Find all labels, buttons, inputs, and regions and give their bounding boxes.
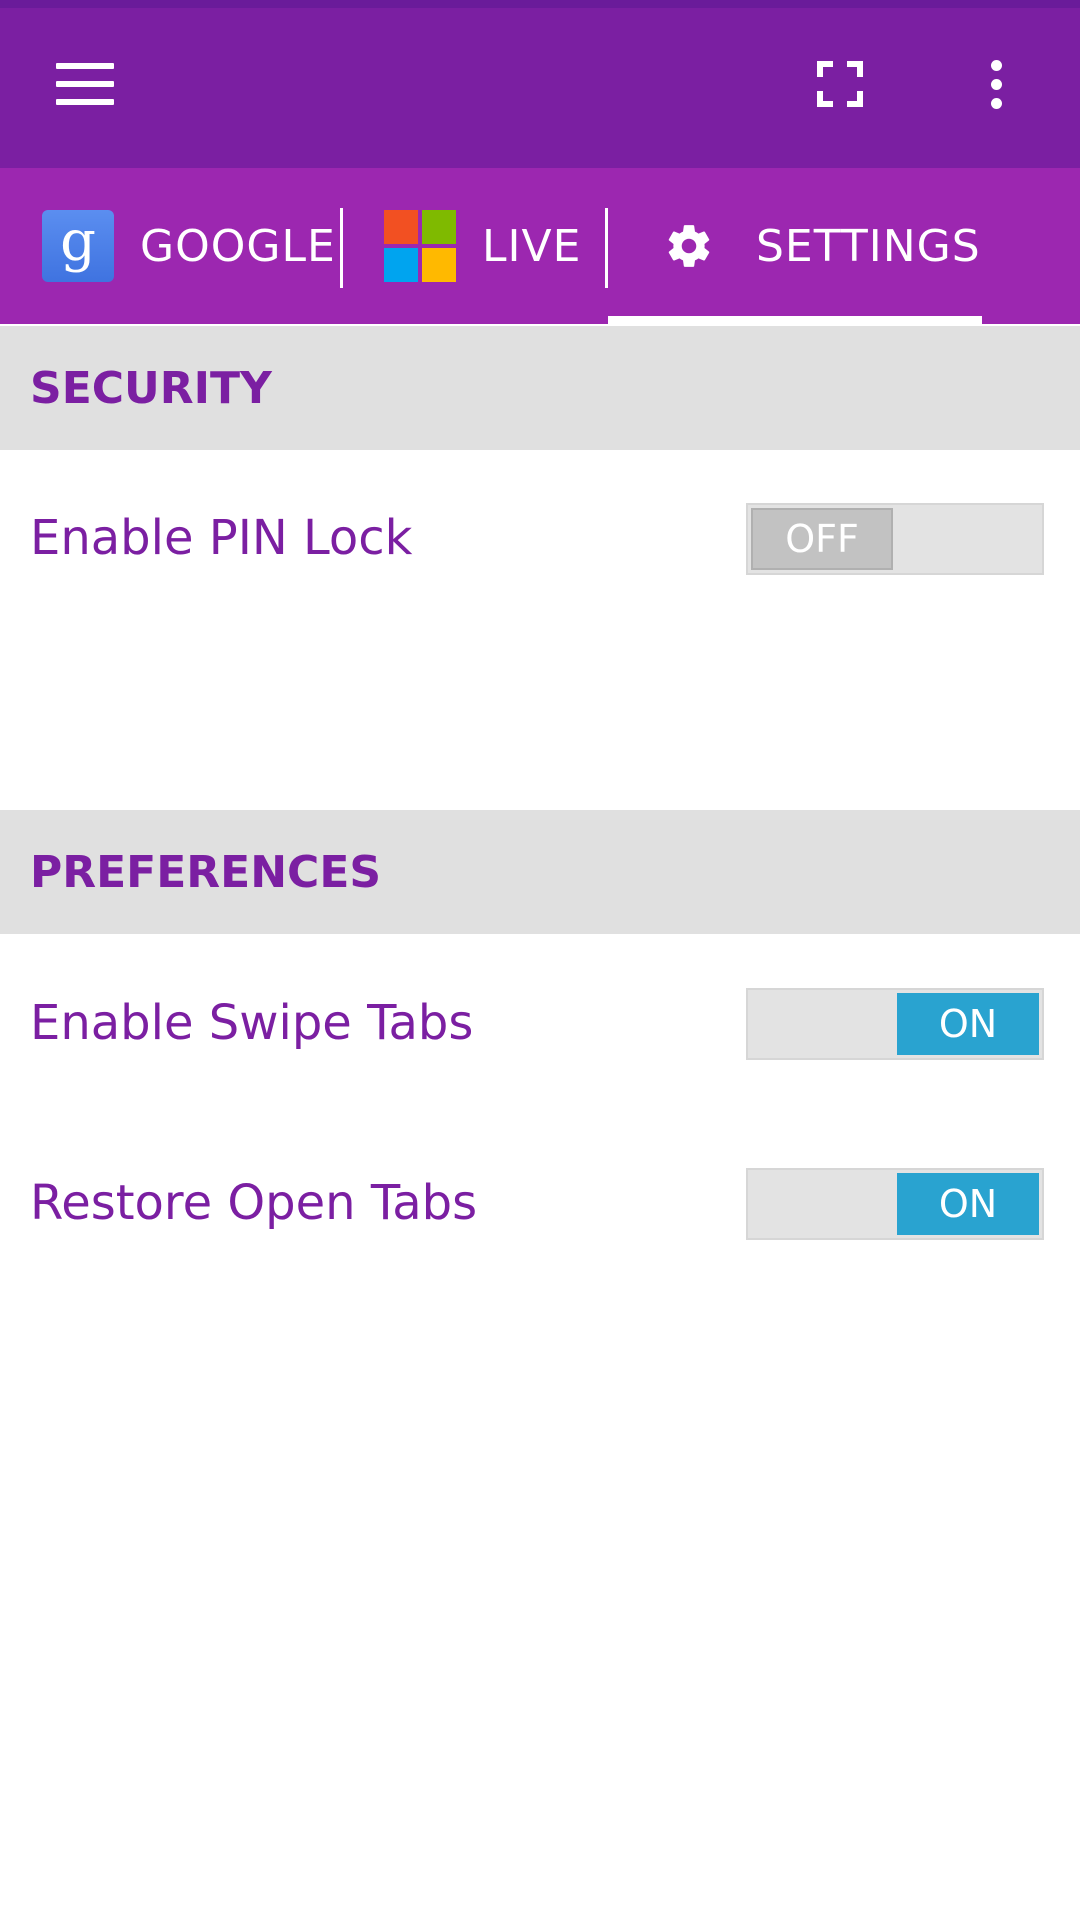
gear-icon	[660, 217, 718, 275]
toggle-thumb: OFF	[751, 508, 893, 570]
setting-label-pin-lock: Enable PIN Lock	[30, 510, 413, 566]
setting-label-restore-tabs: Restore Open Tabs	[30, 1175, 478, 1231]
tab-label: LIVE	[482, 220, 582, 272]
toggle-thumb: ON	[897, 1173, 1039, 1235]
section-header-preferences: PREFERENCES	[0, 810, 1080, 934]
section-title: SECURITY	[30, 362, 272, 414]
swipe-tabs-toggle[interactable]: ON	[746, 988, 1044, 1060]
tab-google[interactable]: g GOOGLE	[42, 168, 342, 324]
tab-label: SETTINGS	[756, 220, 981, 272]
tab-label: GOOGLE	[140, 220, 336, 272]
microsoft-logo-icon	[384, 210, 456, 282]
tab-settings[interactable]: SETTINGS	[608, 168, 982, 324]
tab-divider	[340, 208, 343, 288]
fullscreen-icon[interactable]	[798, 44, 882, 124]
app-bar	[0, 0, 1080, 168]
toggle-thumb: ON	[897, 993, 1039, 1055]
section-title: PREFERENCES	[30, 846, 382, 898]
pin-lock-toggle[interactable]: OFF	[746, 503, 1044, 575]
tab-bar: g GOOGLE LIVE SETTINGS	[0, 168, 1080, 324]
google-logo-icon: g	[42, 210, 114, 282]
tab-live[interactable]: LIVE	[384, 168, 604, 324]
status-bar-shade	[0, 0, 1080, 8]
restore-tabs-toggle[interactable]: ON	[746, 1168, 1044, 1240]
selected-tab-indicator	[608, 316, 982, 324]
more-vert-icon[interactable]	[958, 44, 1034, 124]
setting-label-swipe-tabs: Enable Swipe Tabs	[30, 995, 474, 1051]
hamburger-menu-icon[interactable]	[30, 44, 140, 124]
section-header-security: SECURITY	[0, 326, 1080, 450]
